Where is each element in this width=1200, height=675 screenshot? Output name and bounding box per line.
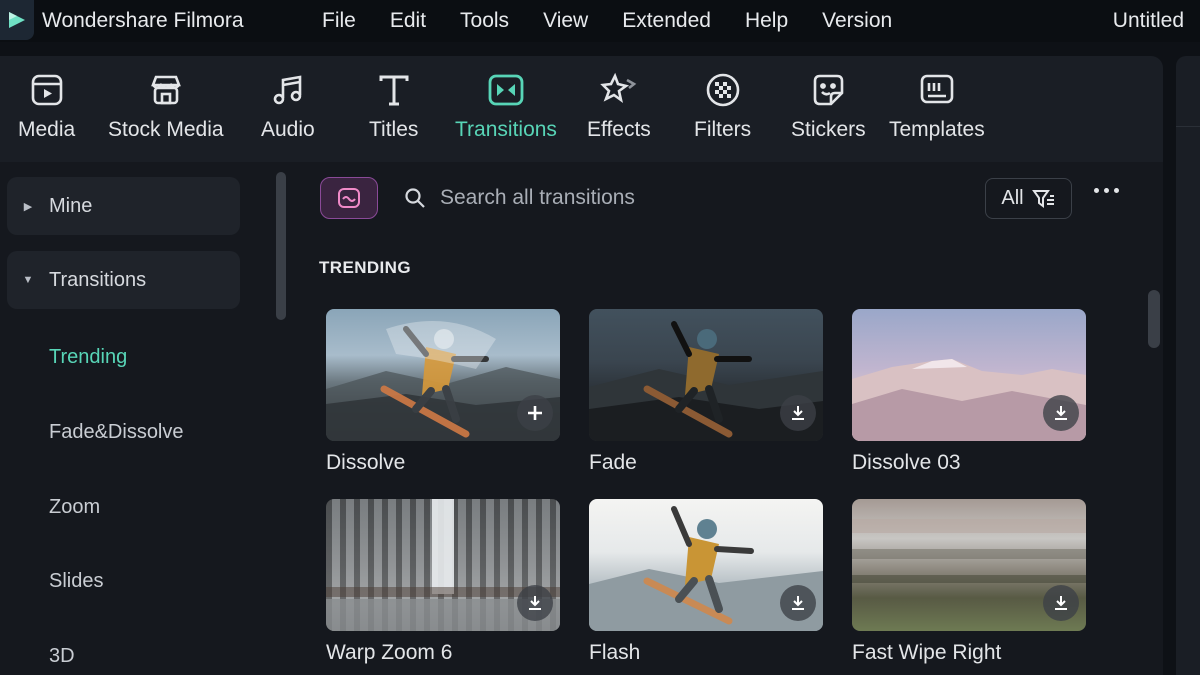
- transition-label: Dissolve 03: [852, 451, 961, 474]
- transitions-panel: All TRENDING: [290, 162, 1163, 675]
- download-icon[interactable]: [780, 585, 816, 621]
- transition-label: Flash: [589, 641, 641, 664]
- tab-templates[interactable]: Templates: [889, 70, 985, 142]
- sidebar-scrollbar[interactable]: [276, 172, 286, 320]
- filmora-logo-icon: [0, 0, 34, 40]
- tab-effects[interactable]: Effects: [587, 70, 651, 142]
- menu-view[interactable]: View: [543, 9, 588, 33]
- app-name: Wondershare Filmora: [42, 9, 244, 32]
- templates-icon: [917, 70, 957, 110]
- transition-thumbnail[interactable]: [589, 499, 823, 631]
- tab-transitions[interactable]: Transitions: [455, 70, 557, 142]
- transition-card-fast-wipe-right[interactable]: Fast Wipe Right: [852, 499, 1088, 665]
- transition-card-dissolve[interactable]: Dissolve: [326, 309, 562, 475]
- sparkle-icon: [599, 70, 639, 110]
- divider: [1176, 126, 1200, 127]
- music-note-icon: [268, 70, 308, 110]
- dot: [1094, 188, 1099, 193]
- sidebar-item-zoom[interactable]: Zoom: [49, 496, 100, 519]
- transition-thumbnail[interactable]: [852, 499, 1086, 631]
- dot: [1114, 188, 1119, 193]
- menu-file[interactable]: File: [322, 9, 356, 33]
- stock-media-icon: [146, 70, 186, 110]
- sidebar-item-3d[interactable]: 3D: [49, 645, 75, 668]
- transition-thumbnail[interactable]: [326, 499, 560, 631]
- transitions-icon: [486, 70, 526, 110]
- document-title: Untitled: [1112, 9, 1184, 32]
- transition-thumbnail[interactable]: [589, 309, 823, 441]
- search-input[interactable]: [440, 182, 820, 214]
- right-panel-edge: [1176, 56, 1200, 675]
- sidebar-item-slides[interactable]: Slides: [49, 570, 103, 593]
- menu-bar: File Edit Tools View Extended Help Versi…: [322, 9, 926, 33]
- tab-stock-media[interactable]: Stock Media: [108, 70, 224, 142]
- text-t-icon: [374, 70, 414, 110]
- sticker-icon: [808, 70, 848, 110]
- ai-transition-button[interactable]: [320, 177, 378, 219]
- tab-media[interactable]: Media: [18, 70, 75, 142]
- ai-image-icon: [338, 188, 360, 208]
- caret-down-icon: ▼: [22, 274, 34, 286]
- more-options-button[interactable]: [1094, 188, 1119, 193]
- menu-tools[interactable]: Tools: [460, 9, 509, 33]
- transition-card-fade[interactable]: Fade: [589, 309, 825, 475]
- menu-edit[interactable]: Edit: [390, 9, 426, 33]
- filter-funnel-icon: [1031, 189, 1054, 208]
- transition-thumbnail[interactable]: [852, 309, 1086, 441]
- download-icon[interactable]: [780, 395, 816, 431]
- download-icon[interactable]: [1043, 585, 1079, 621]
- tab-stickers[interactable]: Stickers: [791, 70, 866, 142]
- menu-version[interactable]: Version: [822, 9, 892, 33]
- download-icon[interactable]: [517, 585, 553, 621]
- media-icon: [27, 70, 67, 110]
- sidebar-item-fade-dissolve[interactable]: Fade&Dissolve: [49, 421, 184, 444]
- tab-filters[interactable]: Filters: [694, 70, 751, 142]
- sidebar-group-mine[interactable]: ▶ Mine: [7, 177, 240, 235]
- title-bar: Wondershare Filmora File Edit Tools View…: [0, 0, 1200, 42]
- tab-audio[interactable]: Audio: [261, 70, 315, 142]
- transition-label: Warp Zoom 6: [326, 641, 453, 664]
- menu-help[interactable]: Help: [745, 9, 788, 33]
- caret-right-icon: ▶: [23, 200, 33, 213]
- tab-titles[interactable]: Titles: [369, 70, 418, 142]
- add-icon[interactable]: [517, 395, 553, 431]
- transition-label: Fast Wipe Right: [852, 641, 1002, 664]
- download-icon[interactable]: [1043, 395, 1079, 431]
- menu-extended[interactable]: Extended: [622, 9, 711, 33]
- category-sidebar: ▶ Mine ▼ Transitions Trending Fade&Disso…: [0, 162, 290, 675]
- section-title: TRENDING: [319, 258, 411, 277]
- transition-label: Dissolve: [326, 451, 406, 474]
- sidebar-item-trending[interactable]: Trending: [49, 346, 127, 369]
- grid-scrollbar[interactable]: [1148, 290, 1160, 348]
- search-icon: [404, 187, 426, 214]
- transition-label: Fade: [589, 451, 637, 474]
- media-toolbar: Media Stock Media Audio Titles Transitio…: [0, 56, 1163, 162]
- transition-card-dissolve-03[interactable]: Dissolve 03: [852, 309, 1088, 475]
- filter-button[interactable]: All: [985, 178, 1072, 219]
- transition-thumbnail[interactable]: [326, 309, 560, 441]
- transition-card-flash[interactable]: Flash: [589, 499, 825, 665]
- filter-icon: [703, 70, 743, 110]
- dot: [1104, 188, 1109, 193]
- transition-card-warp-zoom-6[interactable]: Warp Zoom 6: [326, 499, 562, 665]
- sidebar-group-transitions[interactable]: ▼ Transitions: [7, 251, 240, 309]
